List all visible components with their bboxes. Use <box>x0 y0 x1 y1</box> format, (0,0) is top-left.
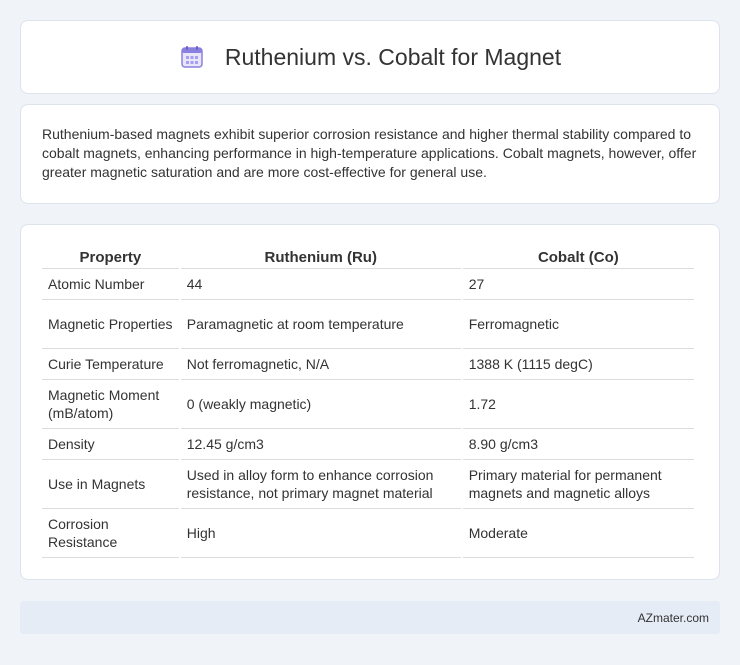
ruthenium-cell: Used in alloy form to enhance corrosion … <box>180 460 461 509</box>
table-row: Atomic Number 44 27 <box>42 269 694 300</box>
table-row: Magnetic Moment (mB/atom) 0 (weakly magn… <box>42 380 694 429</box>
summary-card: Ruthenium-based magnets exhibit superior… <box>20 104 720 204</box>
cobalt-cell: 8.90 g/cm3 <box>462 429 694 460</box>
ruthenium-cell: Not ferromagnetic, N/A <box>180 349 461 380</box>
cobalt-cell: 1.72 <box>462 380 694 429</box>
title-row: Ruthenium vs. Cobalt for Magnet <box>179 44 561 71</box>
footer: AZmater.com <box>20 601 720 634</box>
cobalt-cell: Moderate <box>462 509 694 558</box>
header-cobalt: Cobalt (Co) <box>462 244 694 269</box>
property-cell: Magnetic Properties <box>42 300 179 349</box>
property-cell: Magnetic Moment (mB/atom) <box>42 380 179 429</box>
ruthenium-cell: 0 (weakly magnetic) <box>180 380 461 429</box>
cobalt-cell: Ferromagnetic <box>462 300 694 349</box>
ruthenium-cell: Paramagnetic at room temperature <box>180 300 461 349</box>
ruthenium-cell: 12.45 g/cm3 <box>180 429 461 460</box>
title-card: Ruthenium vs. Cobalt for Magnet <box>20 20 720 94</box>
table-row: Corrosion Resistance High Moderate <box>42 509 694 558</box>
property-cell: Curie Temperature <box>42 349 179 380</box>
calendar-icon <box>179 44 205 70</box>
table-row: Use in Magnets Used in alloy form to enh… <box>42 460 694 509</box>
ruthenium-cell: 44 <box>180 269 461 300</box>
summary-text: Ruthenium-based magnets exhibit superior… <box>42 126 697 180</box>
table-row: Magnetic Properties Paramagnetic at room… <box>42 300 694 349</box>
table-row: Density 12.45 g/cm3 8.90 g/cm3 <box>42 429 694 460</box>
header-ruthenium: Ruthenium (Ru) <box>180 244 461 269</box>
property-cell: Atomic Number <box>42 269 179 300</box>
comparison-card: Property Ruthenium (Ru) Cobalt (Co) Atom… <box>20 224 720 580</box>
cobalt-cell: Primary material for permanent magnets a… <box>462 460 694 509</box>
table-header-row: Property Ruthenium (Ru) Cobalt (Co) <box>42 244 694 269</box>
property-cell: Use in Magnets <box>42 460 179 509</box>
comparison-table: Property Ruthenium (Ru) Cobalt (Co) Atom… <box>40 244 696 558</box>
property-cell: Density <box>42 429 179 460</box>
table-row: Curie Temperature Not ferromagnetic, N/A… <box>42 349 694 380</box>
cobalt-cell: 27 <box>462 269 694 300</box>
page-title: Ruthenium vs. Cobalt for Magnet <box>224 43 562 70</box>
header-property: Property <box>42 244 179 269</box>
cobalt-cell: 1388 K (1115 degC) <box>462 349 694 380</box>
ruthenium-cell: High <box>180 509 461 558</box>
property-cell: Corrosion Resistance <box>42 509 179 558</box>
footer-site-name: AZmater.com <box>637 610 709 625</box>
